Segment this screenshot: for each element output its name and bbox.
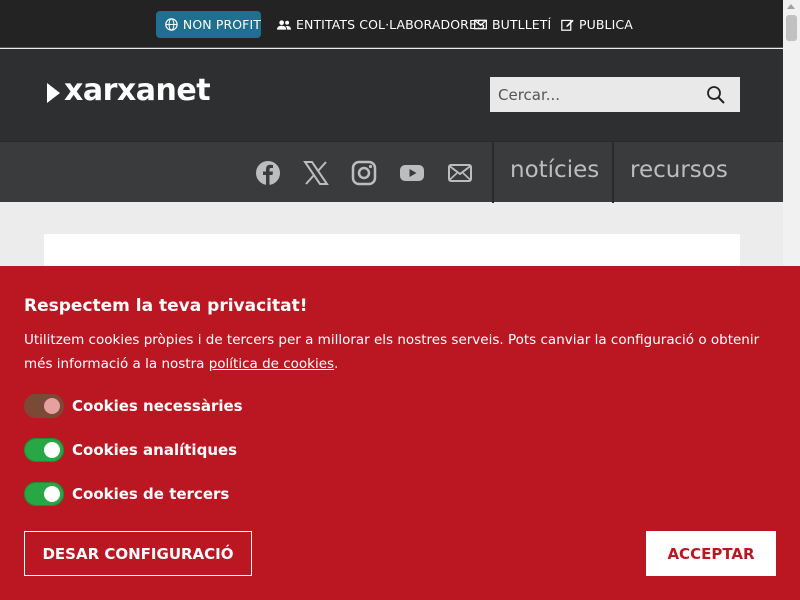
butlleti-link[interactable]: BUTLLETÍ: [474, 11, 551, 38]
x-twitter-icon[interactable]: [302, 159, 330, 187]
cookie-banner-text: Utilitzem cookies pròpies i de tercers p…: [24, 328, 769, 376]
search-box: [490, 77, 740, 112]
toggle-knob: [44, 398, 60, 414]
site-header: xarxanet: [0, 49, 783, 141]
butlleti-label: BUTLLETÍ: [492, 17, 552, 32]
nav-link-recursos[interactable]: recursos: [630, 157, 728, 183]
accept-cookies-button[interactable]: ACCEPTAR: [646, 531, 776, 576]
search-icon[interactable]: [706, 85, 726, 105]
cookie-text-end: .: [334, 356, 339, 372]
analytics-cookies-label: Cookies analítiques: [72, 441, 238, 459]
youtube-icon[interactable]: [398, 159, 426, 187]
necessary-cookies-toggle: [24, 394, 64, 418]
publica-label: PUBLICA: [579, 17, 633, 32]
globe-icon: [165, 18, 178, 31]
nonprofit-label: NON PROFIT: [182, 17, 261, 32]
nav-link-noticies[interactable]: notícies: [510, 157, 599, 183]
mail-icon[interactable]: [446, 159, 474, 187]
scroll-thumb[interactable]: [786, 15, 797, 41]
publica-link[interactable]: PUBLICA: [561, 11, 633, 38]
nav-divider: [612, 142, 614, 203]
cookie-option-third-party: Cookies de tercers: [24, 482, 229, 506]
cookie-banner-title: Respectem la teva privacitat!: [24, 296, 308, 316]
nonprofit-link[interactable]: NON PROFIT: [156, 11, 261, 38]
nav-divider: [492, 142, 494, 203]
entitats-label: ENTITATS COL·LABORADORES: [296, 17, 485, 32]
scroll-up-arrow-icon[interactable]: [787, 4, 795, 9]
save-configuration-button[interactable]: DESAR CONFIGURACIÓ: [24, 531, 252, 576]
entitats-link[interactable]: ENTITATS COL·LABORADORES: [277, 11, 485, 38]
cookie-option-analytics: Cookies analítiques: [24, 438, 237, 462]
instagram-icon[interactable]: [350, 159, 378, 187]
toggle-knob: [44, 442, 60, 458]
third-party-cookies-toggle[interactable]: [24, 482, 64, 506]
search-input[interactable]: [490, 77, 695, 112]
toggle-knob: [44, 486, 60, 502]
site-logo[interactable]: xarxanet: [47, 73, 211, 108]
users-icon: [277, 19, 291, 30]
logo-arrow-icon: [47, 82, 60, 103]
envelope-icon: [474, 19, 487, 30]
edit-icon: [561, 19, 574, 31]
third-party-cookies-label: Cookies de tercers: [72, 485, 230, 503]
cookie-option-necessary: Cookies necessàries: [24, 394, 243, 418]
cookie-text-main: Utilitzem cookies pròpies i de tercers p…: [24, 332, 760, 372]
necessary-cookies-label: Cookies necessàries: [72, 397, 243, 415]
cookie-consent-banner: Respectem la teva privacitat! Utilitzem …: [0, 266, 800, 600]
main-navigation: notícies recursos: [0, 141, 783, 203]
cookie-policy-link[interactable]: política de cookies: [209, 356, 334, 372]
facebook-icon[interactable]: [254, 159, 282, 187]
logo-text: xarxanet: [64, 73, 211, 108]
top-utility-bar: NON PROFIT ENTITATS COL·LABORADORES BUTL…: [0, 0, 783, 48]
analytics-cookies-toggle[interactable]: [24, 438, 64, 462]
